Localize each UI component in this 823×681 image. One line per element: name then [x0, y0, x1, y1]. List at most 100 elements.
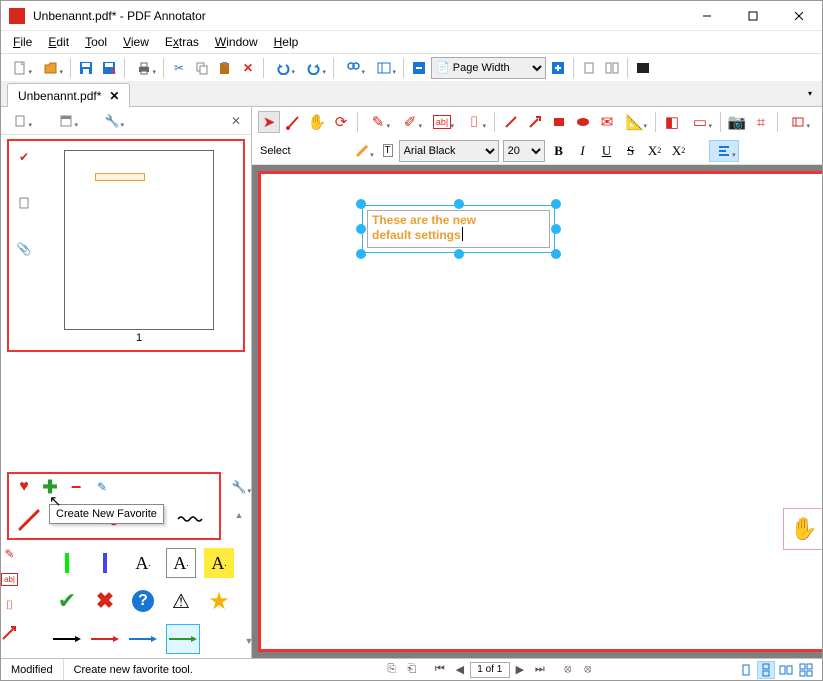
find-button[interactable] [338, 57, 368, 79]
tool-crop[interactable]: ⌗ [750, 111, 772, 133]
tool-textbox[interactable]: ab| [427, 111, 457, 133]
fav-check-green[interactable]: ✔ [52, 586, 82, 616]
floating-hand-button[interactable]: ✋ [783, 508, 822, 550]
sidebar-settings-button[interactable]: 🔧 [97, 110, 127, 132]
thumb-check-icon[interactable]: ✔ [19, 150, 29, 164]
sidebar-button[interactable] [369, 57, 399, 79]
font-family-select[interactable]: Arial Black [399, 140, 499, 162]
menu-help[interactable]: Help [266, 33, 307, 51]
maximize-button[interactable] [730, 1, 776, 31]
sidetool-stamp[interactable]: ⌷ [6, 598, 13, 613]
edit-favorite-button[interactable]: ✎ [91, 476, 113, 498]
page-canvas[interactable]: These are the new default settings [258, 171, 822, 652]
sb-page-dup-icon[interactable]: ⎗ [403, 661, 421, 679]
resize-handle-tr[interactable] [551, 199, 561, 209]
sb-page-add-icon[interactable]: ⎘ [383, 661, 401, 679]
tool-arrow[interactable] [524, 111, 546, 133]
tool-link[interactable]: ✉ [596, 111, 618, 133]
minimize-button[interactable] [684, 1, 730, 31]
resize-handle-tl[interactable] [356, 199, 366, 209]
cut-button[interactable]: ✂ [168, 57, 190, 79]
page-thumbnail-1[interactable] [64, 150, 214, 330]
thumb-attach-icon[interactable]: 📎 [17, 242, 32, 256]
save-as-button[interactable] [98, 57, 120, 79]
layout-1-button[interactable] [578, 57, 600, 79]
print-button[interactable] [129, 57, 159, 79]
tool-line[interactable] [500, 111, 522, 133]
tool-rotate[interactable]: ⟳ [330, 111, 352, 133]
strike-button[interactable]: S [621, 141, 641, 161]
tab-close-icon[interactable]: ✕ [109, 89, 119, 103]
fav-text-a1[interactable]: A. [128, 548, 158, 578]
fav-panel-settings[interactable]: 🔧 [224, 476, 254, 498]
tool-lasso[interactable] [282, 111, 304, 133]
resize-handle-ml[interactable] [356, 224, 366, 234]
sb-last-page[interactable]: ⏭ [531, 661, 549, 679]
fav-warn-yellow[interactable]: ⚠ [166, 586, 196, 616]
bookmarks-view-button[interactable] [51, 110, 81, 132]
tool-camera[interactable]: 📷 [726, 111, 748, 133]
align-button[interactable] [709, 140, 739, 162]
font-size-select[interactable]: 20 [503, 140, 545, 162]
fav-arrow-red[interactable] [90, 624, 120, 654]
resize-handle-bc[interactable] [454, 249, 464, 259]
fav-x-red[interactable]: ✖ [90, 586, 120, 616]
fav-pen-red[interactable] [15, 504, 45, 534]
menu-file[interactable]: File [5, 33, 40, 51]
fav-panel-scroll-up[interactable]: ▲ [228, 504, 250, 526]
sb-view-cont[interactable] [757, 661, 775, 679]
fav-star-yellow[interactable]: ★ [204, 586, 234, 616]
close-button[interactable] [776, 1, 822, 31]
undo-button[interactable] [268, 57, 298, 79]
zoom-out-button[interactable] [408, 57, 430, 79]
redo-button[interactable] [299, 57, 329, 79]
tool-erase-area[interactable]: ▭ [685, 111, 715, 133]
zoom-mode-select[interactable]: 📄 Page Width [431, 57, 546, 79]
sb-view-twocont[interactable] [797, 661, 815, 679]
delete-button[interactable]: ✕ [237, 57, 259, 79]
selected-textbox[interactable]: These are the new default settings [356, 199, 561, 259]
underline-button[interactable]: U [597, 141, 617, 161]
tool-rect[interactable] [548, 111, 570, 133]
layout-2-button[interactable] [601, 57, 623, 79]
fav-arrow-black[interactable] [52, 624, 82, 654]
copy-button[interactable] [191, 57, 213, 79]
menu-window[interactable]: Window [207, 33, 266, 51]
zoom-in-button[interactable] [547, 57, 569, 79]
tool-pen[interactable]: ✎ [363, 111, 393, 133]
open-doc-button[interactable] [36, 57, 66, 79]
tool-stamp[interactable]: ⌷ [459, 111, 489, 133]
remove-favorite-button[interactable]: − [65, 476, 87, 498]
fav-text-a2[interactable]: A. [166, 548, 196, 578]
fav-hl-green[interactable] [52, 548, 82, 578]
fav-wave-black[interactable] [175, 504, 205, 534]
sb-nav-fwd[interactable]: ⦻ [579, 661, 597, 679]
italic-button[interactable]: I [573, 141, 593, 161]
resize-handle-br[interactable] [551, 249, 561, 259]
sb-prev-page[interactable]: ◀ [451, 661, 469, 679]
resize-handle-bl[interactable] [356, 249, 366, 259]
menu-tool[interactable]: Tool [77, 33, 115, 51]
tab-unbenannt[interactable]: Unbenannt.pdf* ✕ [7, 83, 130, 107]
text-color-button[interactable] [347, 140, 377, 162]
superscript-button[interactable]: X2 [669, 141, 689, 161]
resize-handle-mr[interactable] [551, 224, 561, 234]
sidetool-text[interactable]: ab| [1, 573, 18, 586]
sb-view-two[interactable] [777, 661, 795, 679]
fav-help-blue[interactable]: ? [128, 586, 158, 616]
pages-view-button[interactable] [5, 110, 35, 132]
tool-hand[interactable]: ✋ [306, 111, 328, 133]
sb-first-page[interactable]: ⏮ [431, 661, 449, 679]
tool-ellipse[interactable] [572, 111, 594, 133]
toolbar-overflow-icon[interactable]: ➤ [817, 138, 822, 164]
sidetool-pen[interactable]: ✎ [4, 547, 14, 561]
tool-select[interactable]: ➤ [258, 111, 280, 133]
new-doc-button[interactable] [5, 57, 35, 79]
sb-view-single[interactable] [737, 661, 755, 679]
fav-hl-blue[interactable] [90, 548, 120, 578]
fav-arrow-blue[interactable] [128, 624, 158, 654]
menu-extras[interactable]: Extras [157, 33, 207, 51]
sidetool-line[interactable] [1, 625, 17, 641]
tool-measure[interactable]: 📐 [620, 111, 650, 133]
subscript-button[interactable]: X2 [645, 141, 665, 161]
